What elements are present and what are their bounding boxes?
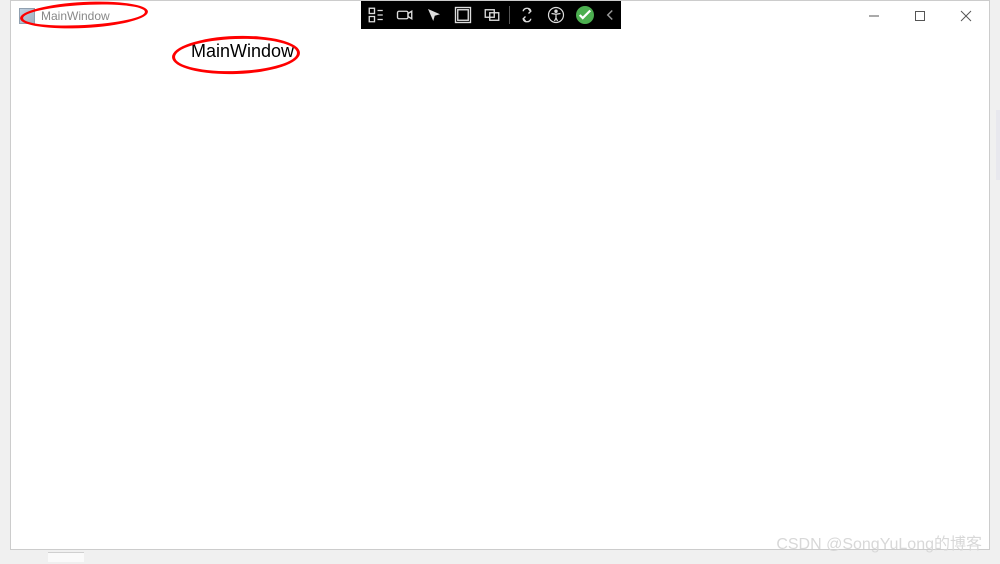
collapse-toolbar-button[interactable] [600, 2, 620, 28]
maximize-button[interactable] [897, 1, 943, 31]
live-visual-tree-button[interactable] [362, 2, 390, 28]
titlebar-left: MainWindow [11, 8, 110, 24]
toolbar-separator [509, 6, 510, 24]
record-button[interactable] [391, 2, 419, 28]
scroll-hint [996, 110, 1000, 180]
close-button[interactable] [943, 1, 989, 31]
application-window: MainWindow [10, 0, 990, 550]
hot-reload-button[interactable] [513, 2, 541, 28]
bottom-edge-mark [48, 552, 84, 562]
select-element-button[interactable] [420, 2, 448, 28]
window-controls [851, 1, 989, 31]
check-circle-icon [576, 6, 594, 24]
layout-adorners-button[interactable] [449, 2, 477, 28]
status-ok-button[interactable] [571, 2, 599, 28]
track-focus-button[interactable] [478, 2, 506, 28]
minimize-button[interactable] [851, 1, 897, 31]
client-area: MainWindow [11, 31, 989, 549]
titlebar: MainWindow [11, 1, 989, 31]
accessibility-button[interactable] [542, 2, 570, 28]
app-icon [19, 8, 35, 24]
main-label: MainWindow [191, 41, 294, 62]
debug-toolbar [361, 1, 621, 29]
window-title: MainWindow [41, 9, 110, 23]
